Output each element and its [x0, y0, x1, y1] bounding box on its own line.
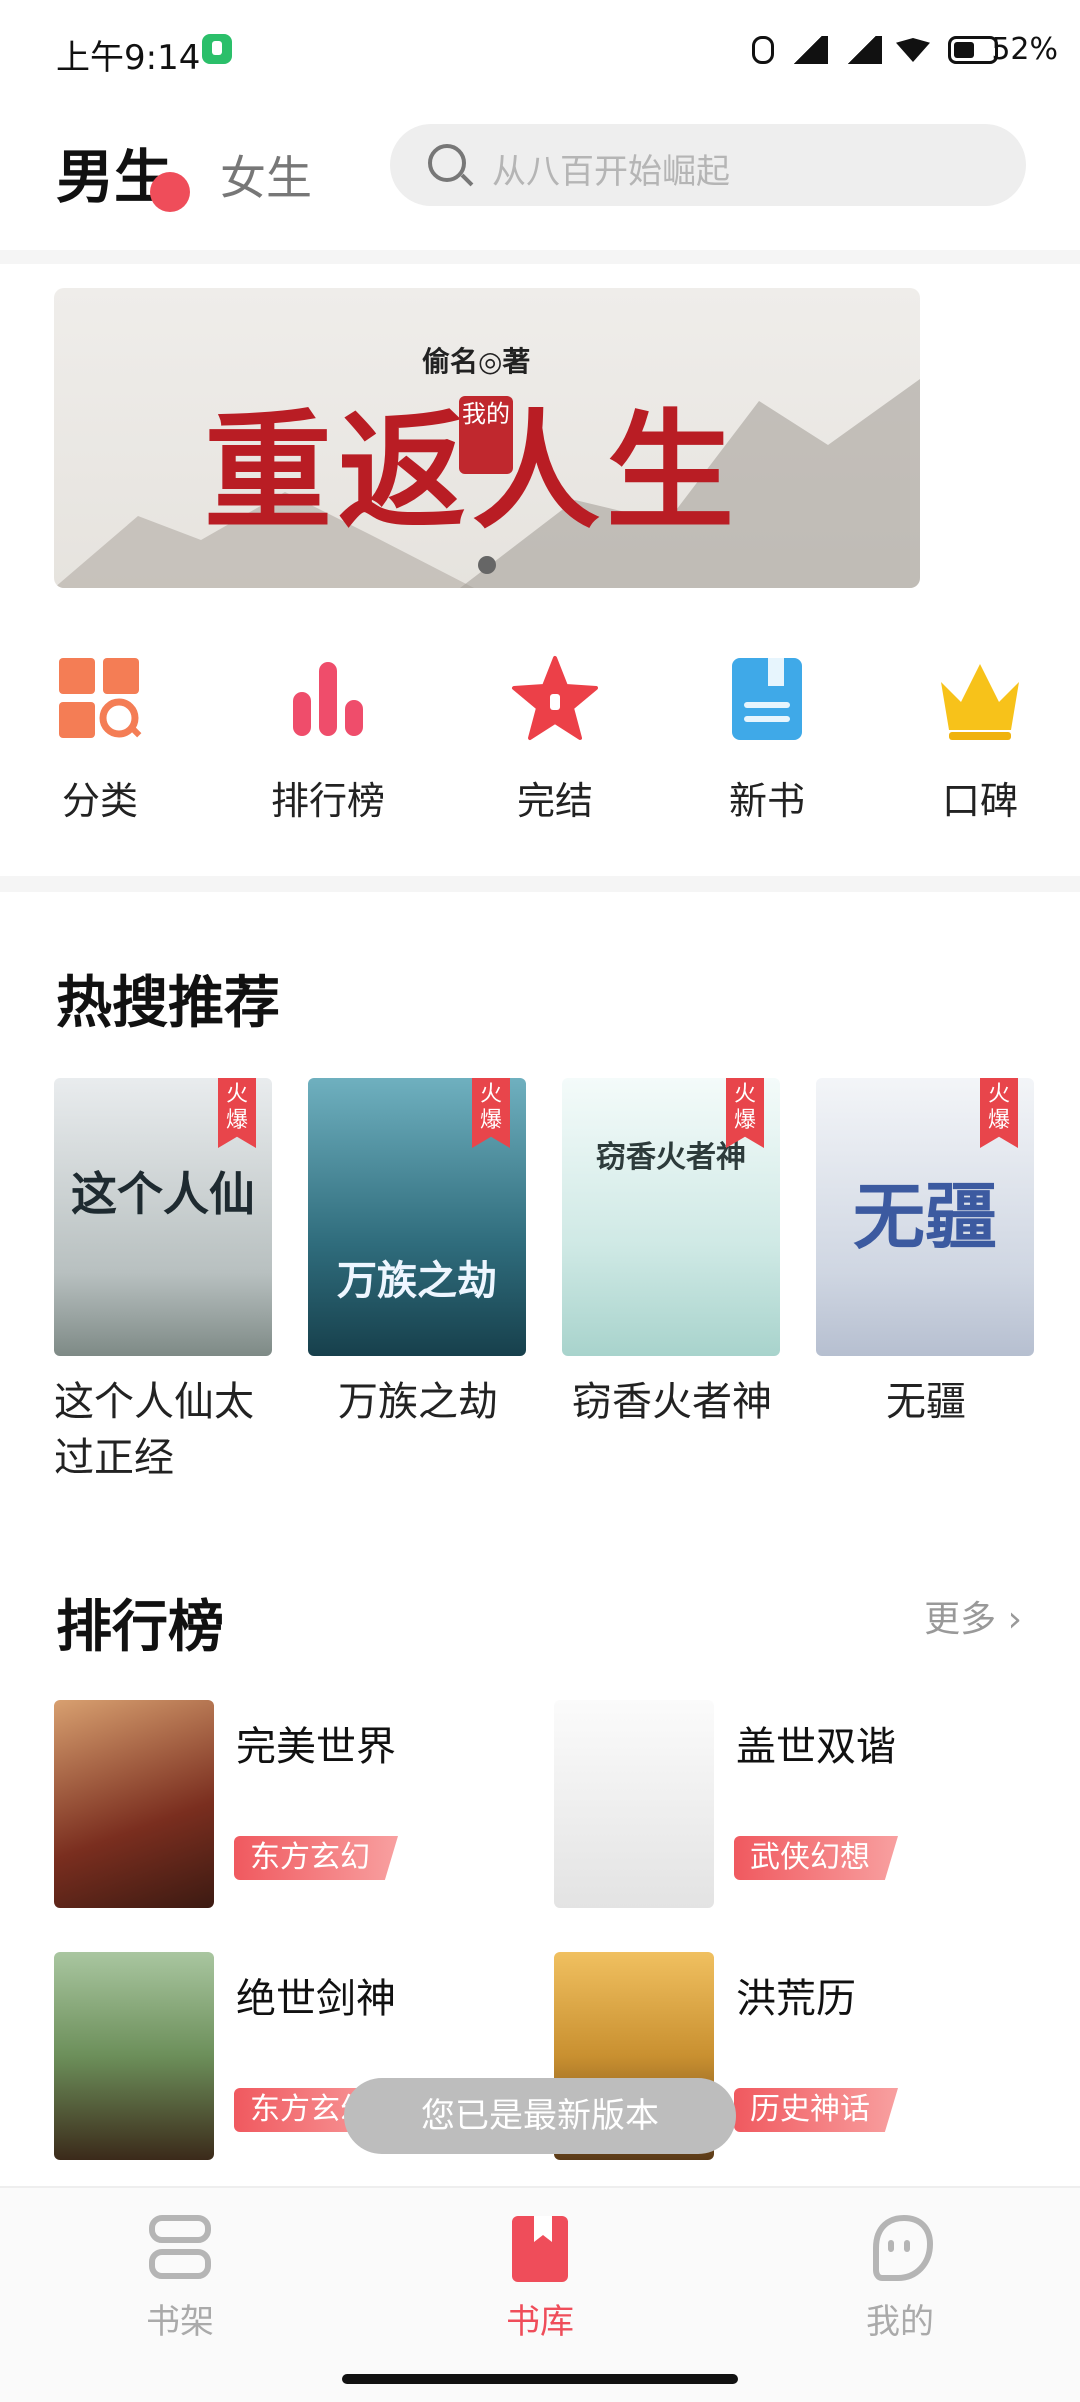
ranking-title: 排行榜: [56, 1595, 224, 1660]
crown-icon: [935, 654, 1025, 744]
signal-icon-2: [842, 36, 882, 64]
app-notification-icon: [202, 34, 232, 64]
cover-title: 窃香火者神: [596, 1140, 746, 1175]
quick-link-label: 新书: [728, 779, 805, 823]
home-indicator[interactable]: [342, 2374, 738, 2384]
ranking-item[interactable]: 完美世界 东方玄幻: [54, 1700, 514, 1910]
ranking-icon: [283, 654, 373, 744]
hot-badge: 火爆: [980, 1078, 1018, 1148]
nav-label: 我的: [866, 2302, 934, 2342]
promo-banner[interactable]: 偷名◎著 重返人生 我的: [54, 288, 920, 588]
quick-link-label: 排行榜: [270, 779, 385, 823]
hot-badge: 火爆: [218, 1078, 256, 1148]
more-link[interactable]: 更多 ›: [924, 1590, 1022, 1642]
section-divider: [0, 876, 1080, 892]
hot-book[interactable]: 窃香火者神 火爆 窃香火者神: [562, 1078, 782, 1430]
quick-link-completed[interactable]: 完结: [455, 640, 655, 825]
nav-library[interactable]: 书库: [440, 2212, 640, 2343]
hot-badge: 火爆: [472, 1078, 510, 1148]
quick-link-label: 完结: [516, 779, 593, 823]
banner-seal: 我的: [459, 396, 513, 474]
book-cover: 窃香火者神 火爆: [562, 1078, 780, 1356]
library-book-icon: [504, 2212, 576, 2284]
search-input[interactable]: 从八百开始崛起: [390, 124, 1026, 206]
cover-title: 无疆: [852, 1174, 997, 1259]
ranking-book-name: 绝世剑神: [236, 1976, 396, 2022]
chevron-right-icon: ›: [1007, 1599, 1022, 1640]
quick-link-label: 口碑: [941, 779, 1018, 823]
ranking-item[interactable]: 盖世双谐 武侠幻想: [554, 1700, 1014, 1910]
quick-link-ranking[interactable]: 排行榜: [228, 640, 428, 825]
profile-face-icon: [864, 2212, 936, 2284]
ranking-book-name: 完美世界: [236, 1724, 396, 1770]
banner-pager-dot: [478, 556, 496, 574]
nav-label: 书库: [506, 2302, 574, 2342]
quick-link-reputation[interactable]: 口碑: [880, 640, 1080, 825]
quick-links: 分类 排行榜 完结 新书 口碑: [0, 640, 1080, 840]
battery-percent: 52%: [991, 32, 1058, 67]
hot-book[interactable]: 无疆 火爆 无疆: [816, 1078, 1036, 1430]
hot-search-title: 热搜推荐: [56, 971, 280, 1036]
hot-book[interactable]: 这个人仙 火爆 这个人仙太过正经: [54, 1078, 274, 1486]
status-time: 上午9:14: [56, 38, 201, 78]
genre-tag: 东方玄幻: [234, 1836, 398, 1880]
wifi-icon: [896, 38, 930, 62]
genre-tag: 历史神话: [734, 2088, 898, 2132]
book-name: 无疆: [886, 1379, 966, 1425]
search-placeholder: 从八百开始崛起: [492, 152, 730, 192]
hot-book[interactable]: 万族之劫 火爆 万族之劫: [308, 1078, 528, 1430]
quick-link-category[interactable]: 分类: [0, 640, 200, 825]
cover-title: 这个人仙: [71, 1167, 255, 1221]
search-icon: [428, 144, 466, 182]
cover-title: 万族之劫: [337, 1257, 497, 1304]
top-bar: 男生 女生 从八百开始崛起: [0, 100, 1080, 264]
bookshelf-icon: [144, 2212, 216, 2284]
ranking-book-name: 盖世双谐: [736, 1724, 896, 1770]
status-icons: [752, 36, 930, 64]
status-bar: 上午9:14 52%: [0, 0, 1080, 100]
signal-icon: [788, 36, 828, 64]
more-label: 更多: [924, 1599, 997, 1640]
book-name: 窃香火者神: [572, 1379, 772, 1425]
book-cover: 这个人仙 火爆: [54, 1078, 272, 1356]
bluetooth-icon: [752, 36, 774, 64]
nav-profile[interactable]: 我的: [800, 2212, 1000, 2343]
quick-link-label: 分类: [61, 779, 138, 823]
book-name: 万族之劫: [338, 1379, 498, 1425]
active-tab-indicator: [150, 172, 190, 212]
toast-message: 您已是最新版本: [344, 2078, 736, 2154]
banner-pager: [54, 556, 920, 578]
new-book-icon: [722, 654, 812, 744]
ranking-cover: [554, 1700, 714, 1908]
nav-bookshelf[interactable]: 书架: [80, 2212, 280, 2343]
completed-star-icon: [510, 654, 600, 744]
genre-tag: 武侠幻想: [734, 1836, 898, 1880]
book-cover: 无疆 火爆: [816, 1078, 1034, 1356]
category-icon: [55, 654, 145, 744]
ranking-cover: [54, 1952, 214, 2160]
tab-female[interactable]: 女生: [220, 142, 312, 208]
battery-level: [954, 42, 974, 58]
book-name: 这个人仙太过正经: [54, 1379, 254, 1481]
ranking-book-name: 洪荒历: [736, 1976, 856, 2022]
nav-label: 书架: [146, 2302, 214, 2342]
book-cover: 万族之劫 火爆: [308, 1078, 526, 1356]
quick-link-new-books[interactable]: 新书: [667, 640, 867, 825]
ranking-cover: [54, 1700, 214, 1908]
bottom-nav: 书架 书库 我的: [0, 2186, 1080, 2402]
